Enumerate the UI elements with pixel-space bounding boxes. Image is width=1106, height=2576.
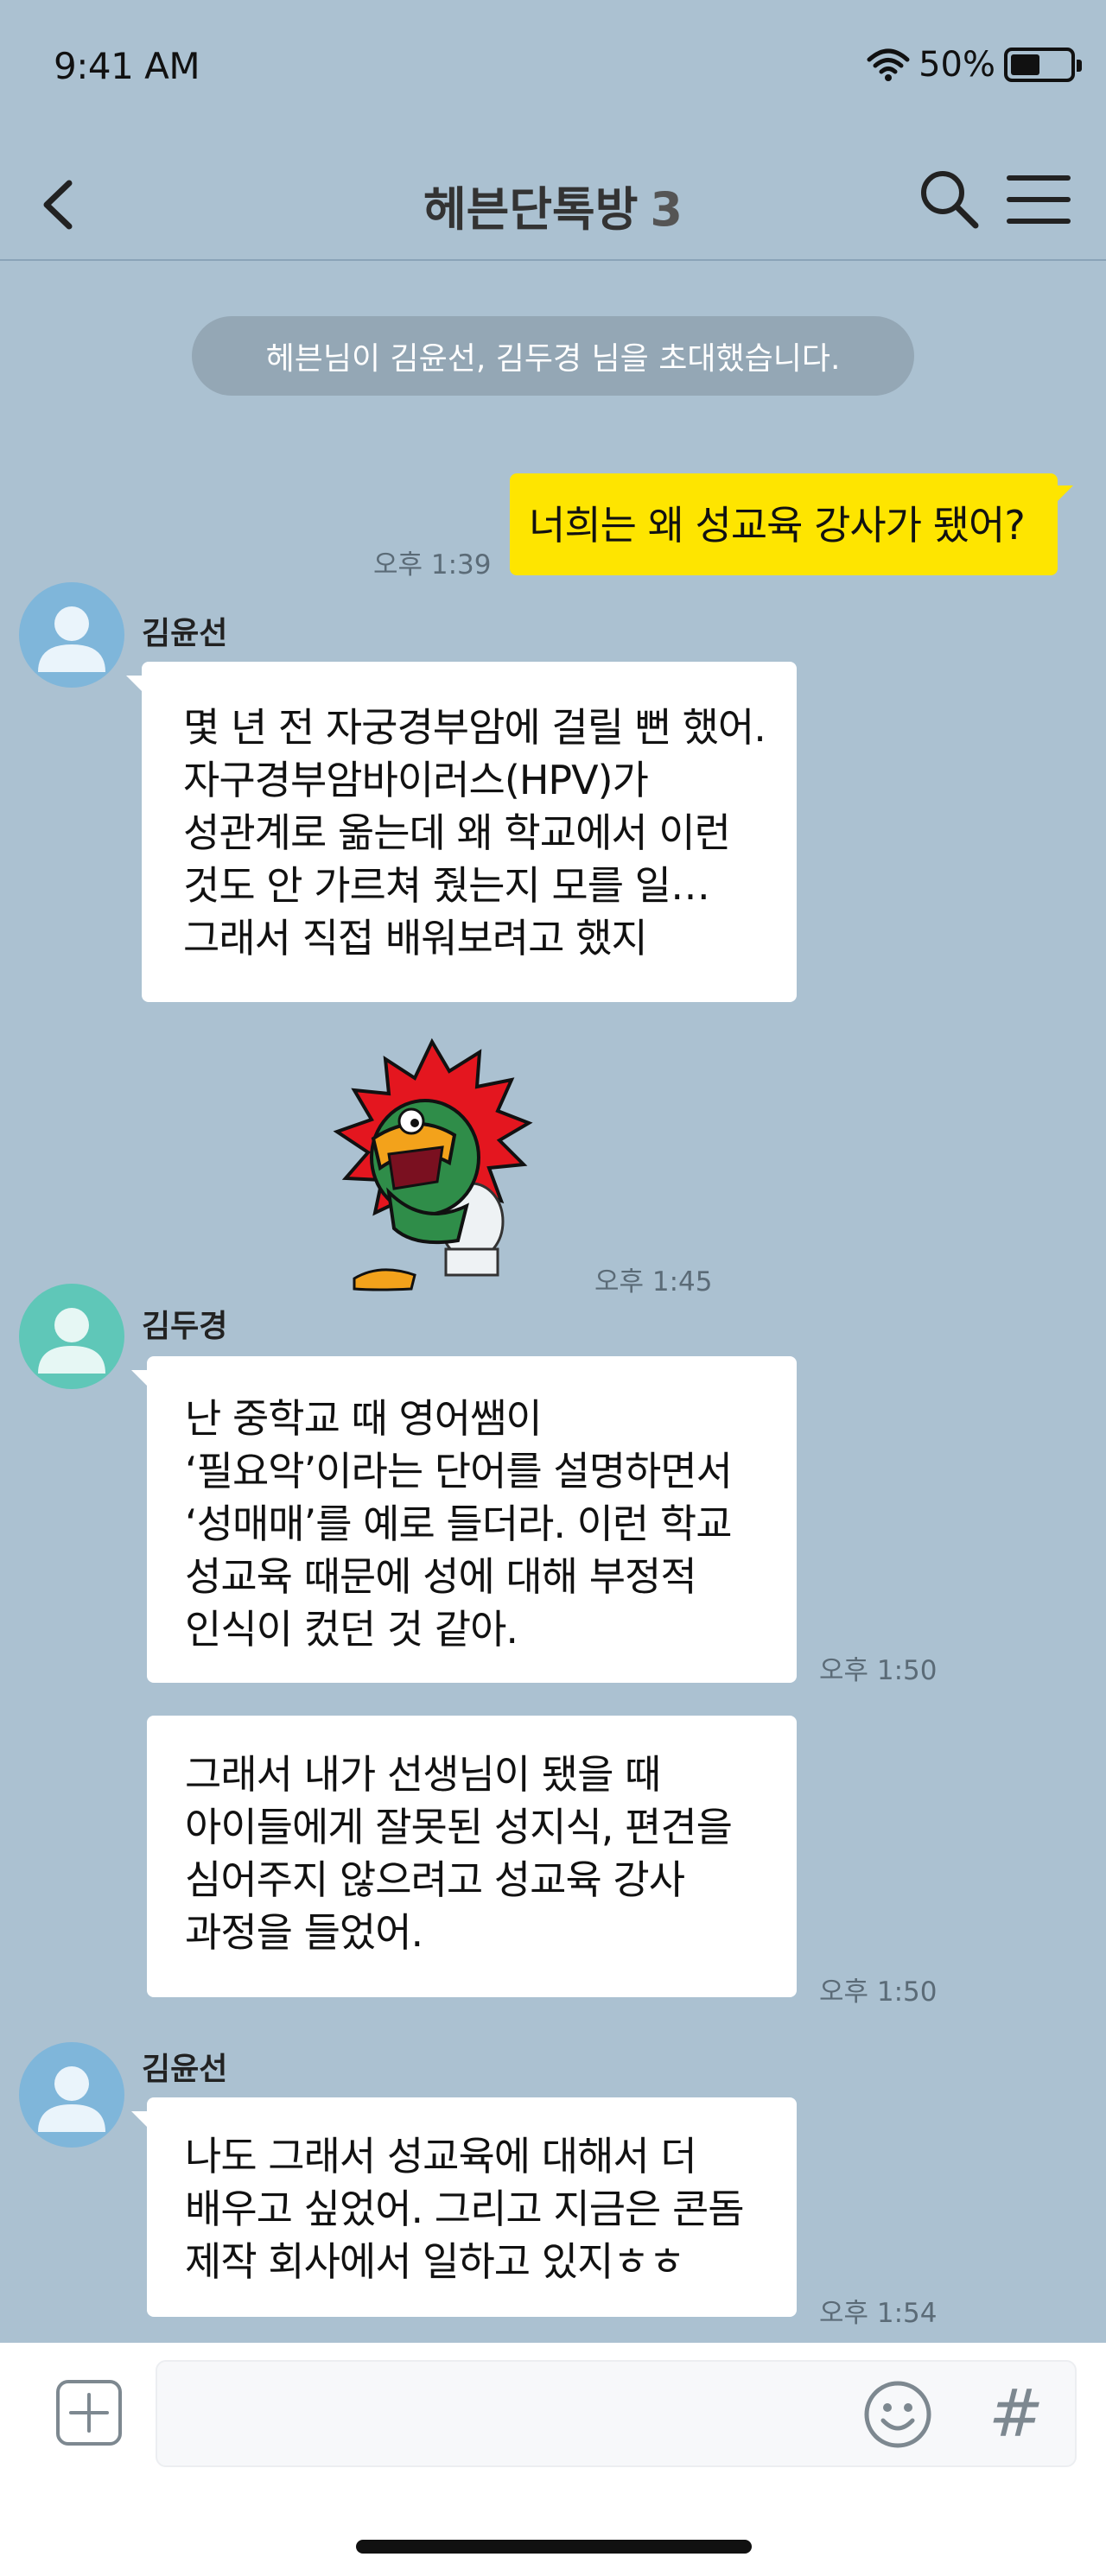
message-time: 오후 1:39: [373, 549, 492, 581]
search-icon: [921, 171, 979, 229]
battery-percentage: 50%: [918, 45, 995, 85]
angry-crocodile-sticker-icon: [333, 1037, 533, 1291]
avatar-kim-yunseon[interactable]: [19, 582, 124, 688]
default-profile-icon: [19, 1284, 124, 1389]
status-icons: 50%: [867, 41, 1082, 88]
chat-room-name: 헤븐단톡방: [423, 182, 639, 237]
avatar-kim-yunseon[interactable]: [19, 2042, 124, 2148]
default-profile-icon: [19, 2042, 124, 2148]
hamburger-menu-icon: [1007, 175, 1071, 224]
message-time: 오후 1:50: [819, 1655, 938, 1686]
plus-box-icon: [56, 2380, 122, 2446]
sender-name: 김윤선: [142, 2052, 228, 2087]
status-time: 9:41 AM: [54, 45, 200, 87]
message-bubble[interactable]: 그래서 내가 선생님이 됐을 때 아이들에게 잘못된 성지식, 편견을 심어주지…: [147, 1716, 797, 1997]
status-bar: 9:41 AM 50%: [0, 0, 1106, 138]
wifi-icon: [867, 48, 910, 81]
sticker-message[interactable]: [328, 1037, 536, 1296]
hash-button[interactable]: #: [982, 2377, 1051, 2450]
message-bubble[interactable]: 몇 년 전 자궁경부암에 걸릴 뻔 했어. 자구경부암바이러스(HPV)가 성관…: [126, 662, 797, 1002]
chat-header: 헤븐단톡방 3: [0, 138, 1106, 261]
attach-button[interactable]: [55, 2379, 123, 2446]
member-count: 3: [650, 182, 683, 237]
home-indicator: [356, 2540, 752, 2554]
menu-button[interactable]: [1006, 169, 1071, 230]
default-profile-icon: [19, 582, 124, 688]
sender-name: 김두경: [142, 1309, 228, 1344]
message-time: 오후 1:45: [594, 1266, 713, 1298]
sender-name: 김윤선: [142, 616, 228, 651]
avatar-kim-dugyeong[interactable]: [19, 1284, 124, 1389]
message-input[interactable]: [156, 2360, 1077, 2467]
battery-level: [1011, 54, 1039, 75]
message-input-bar: #: [0, 2343, 1106, 2576]
search-button[interactable]: [916, 166, 982, 232]
my-message-bubble[interactable]: 너희는 왜 성교육 강사가 됐어?: [510, 473, 1073, 575]
smiley-icon: [864, 2381, 931, 2448]
message-bubble[interactable]: 나도 그래서 성교육에 대해서 더 배우고 싶었어. 그리고 지금은 콘돔 제작…: [131, 2097, 797, 2317]
message-time: 오후 1:50: [819, 1976, 938, 2008]
system-message: 헤븐님이 김윤선, 김두경 님을 초대했습니다.: [192, 316, 914, 396]
emoticon-button[interactable]: [862, 2379, 933, 2450]
battery-icon: [1004, 48, 1082, 82]
message-bubble[interactable]: 난 중학교 때 영어쌤이 ‘필요악’이라는 단어를 설명하면서 ‘성매매’를 예…: [131, 1356, 797, 1683]
message-time: 오후 1:54: [819, 2298, 938, 2329]
